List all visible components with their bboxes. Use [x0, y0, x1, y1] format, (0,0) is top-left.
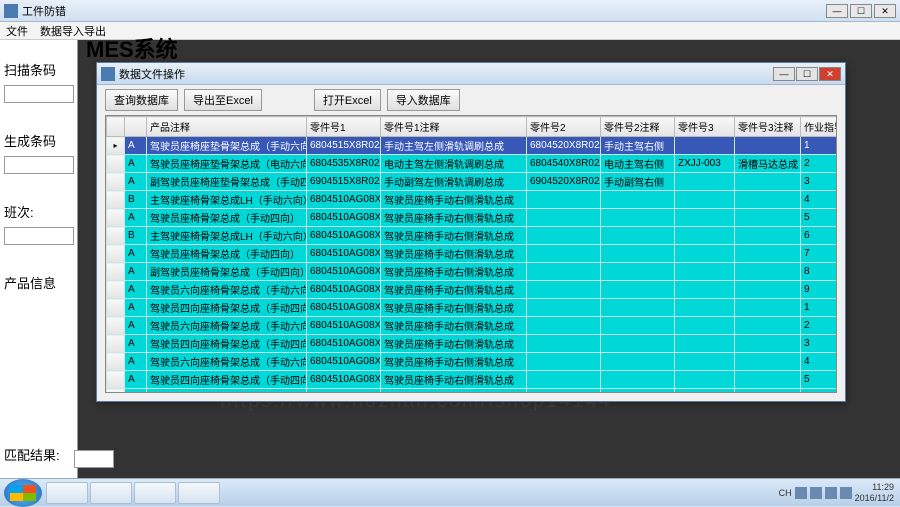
table-row[interactable]: A驾驶员六向座椅骨架总成（手动六向）6804510AG08XA驾驶员座椅手动右侧… [107, 353, 838, 371]
dialog-icon [101, 67, 115, 81]
table-row[interactable]: A驾驶员四向座椅骨架总成（手动四向）6804510AG08XA驾驶员座椅手动右侧… [107, 335, 838, 353]
app-heading: MES系统 [86, 32, 178, 64]
dialog-max-button[interactable]: ☐ [796, 67, 818, 81]
app-icon [4, 4, 18, 18]
start-button[interactable] [4, 479, 42, 507]
main-max-button[interactable]: ☐ [850, 4, 872, 18]
dialog-title: 数据文件操作 [119, 66, 773, 82]
table-row[interactable]: A驾驶员四向座椅骨架总成（手动四向）6804510AG08XA驾驶员座椅手动右侧… [107, 299, 838, 317]
table-row[interactable]: A驾驶员四向座椅骨架总成（手动四向）6804510AG08XA驾驶员座椅手动右侧… [107, 371, 838, 389]
volume-icon[interactable] [840, 487, 852, 499]
scan-barcode-input[interactable] [4, 85, 74, 103]
column-header[interactable]: 零件号2注释 [601, 117, 675, 137]
tray-icon[interactable] [810, 487, 822, 499]
sidebar: 扫描条码 生成条码 班次: 产品信息 [0, 40, 78, 478]
dialog-toolbar: 查询数据库 导出至Excel 打开Excel 导入数据库 [97, 85, 845, 115]
ime-indicator[interactable]: CH [779, 488, 792, 498]
match-result-box [74, 450, 114, 468]
taskbar-item[interactable] [90, 482, 132, 504]
export-excel-button[interactable]: 导出至Excel [184, 89, 262, 111]
system-tray: CH 11:29 2016/11/2 [779, 482, 900, 504]
tray-icon[interactable] [795, 487, 807, 499]
column-header[interactable]: 作业指导书 [801, 117, 838, 137]
table-row[interactable]: A副驾驶员座椅骨架总成（手动四向）6804510AG08XA驾驶员座椅手动右侧滑… [107, 263, 838, 281]
data-file-dialog: 数据文件操作 — ☐ ✕ 查询数据库 导出至Excel 打开Excel 导入数据… [96, 62, 846, 402]
table-row[interactable]: A驾驶员座椅座垫骨架总成（电动六向）6804535X8R02A电动主驾左侧滑轨调… [107, 155, 838, 173]
clock-date: 2016/11/2 [855, 493, 894, 504]
data-grid[interactable]: 产品注释零件号1零件号1注释零件号2零件号2注释零件号3零件号3注释作业指导书 … [105, 115, 837, 393]
label-match-result: 匹配结果: [4, 445, 60, 464]
taskbar: CH 11:29 2016/11/2 [0, 478, 900, 506]
table-row[interactable]: A驾驶员六向座椅骨架总成（手动六向）6804510AG08XA驾驶员座椅手动右侧… [107, 317, 838, 335]
open-excel-button[interactable]: 打开Excel [314, 89, 381, 111]
table-row[interactable]: B主驾驶座椅骨架总成LH（手动六向）6804510AG08XA驾驶员座椅手动右侧… [107, 227, 838, 245]
clock-time: 11:29 [855, 482, 894, 493]
taskbar-item[interactable] [178, 482, 220, 504]
table-row[interactable]: B主驾驶座椅骨架总成LH（手动六向）6804610AG08XA驾驶员座椅手动左侧… [107, 389, 838, 394]
table-row[interactable]: A驾驶员六向座椅骨架总成（手动六向）6804510AG08XA驾驶员座椅手动右侧… [107, 281, 838, 299]
column-header[interactable]: 零件号3 [675, 117, 735, 137]
shift-input[interactable] [4, 227, 74, 245]
column-header[interactable]: 产品注释 [147, 117, 307, 137]
column-header[interactable]: 零件号1注释 [381, 117, 527, 137]
label-scan-barcode: 扫描条码 [4, 60, 73, 79]
table-row[interactable]: A驾驶员座椅骨架总成（手动四向）6804510AG08XA驾驶员座椅手动右侧滑轨… [107, 209, 838, 227]
dialog-close-button[interactable]: ✕ [819, 67, 841, 81]
gen-barcode-input[interactable] [4, 156, 74, 174]
column-header[interactable]: 零件号1 [307, 117, 381, 137]
main-titlebar: 工件防错 — ☐ ✕ [0, 0, 900, 22]
dialog-titlebar: 数据文件操作 — ☐ ✕ [97, 63, 845, 85]
column-header[interactable]: 零件号3注释 [735, 117, 801, 137]
network-icon[interactable] [825, 487, 837, 499]
main-close-button[interactable]: ✕ [874, 4, 896, 18]
taskbar-item[interactable] [134, 482, 176, 504]
table-row[interactable]: A驾驶员座椅骨架总成（手动四向）6804510AG08XA驾驶员座椅手动右侧滑轨… [107, 245, 838, 263]
menu-file[interactable]: 文件 [6, 23, 28, 39]
table-row[interactable]: A副驾驶员座椅座垫骨架总成（手动四向）6904515X8R02A手动副驾左侧滑轨… [107, 173, 838, 191]
dialog-min-button[interactable]: — [773, 67, 795, 81]
taskbar-item[interactable] [46, 482, 88, 504]
table-row[interactable]: B主驾驶座椅骨架总成LH（手动六向）6804510AG08XA驾驶员座椅手动右侧… [107, 191, 838, 209]
table-row[interactable]: A驾驶员座椅座垫骨架总成（手动六向）6804515X8R02A手动主驾左侧滑轨调… [107, 137, 838, 155]
label-product-info: 产品信息 [4, 273, 73, 292]
main-window-title: 工件防错 [22, 3, 826, 19]
import-db-button[interactable]: 导入数据库 [387, 89, 460, 111]
clock[interactable]: 11:29 2016/11/2 [855, 482, 894, 504]
query-db-button[interactable]: 查询数据库 [105, 89, 178, 111]
label-shift: 班次: [4, 202, 73, 221]
label-gen-barcode: 生成条码 [4, 131, 73, 150]
main-min-button[interactable]: — [826, 4, 848, 18]
column-header[interactable]: 零件号2 [527, 117, 601, 137]
